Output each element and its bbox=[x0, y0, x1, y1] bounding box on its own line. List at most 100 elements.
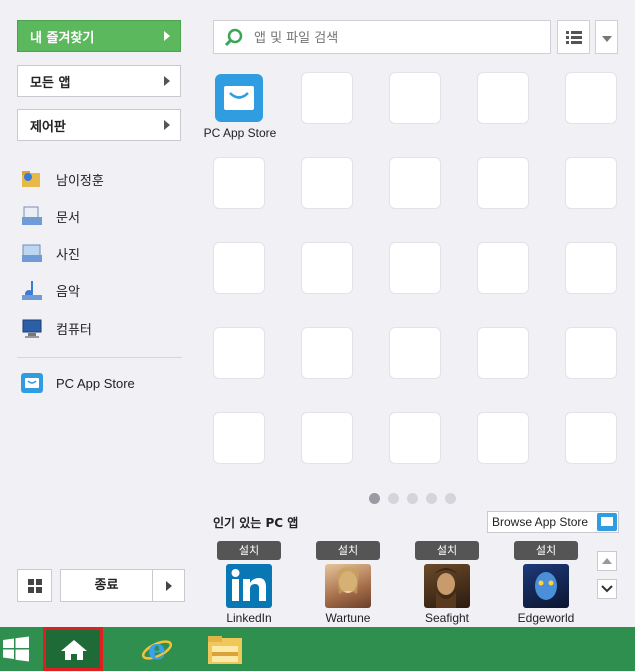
empty-app-tile[interactable] bbox=[301, 242, 353, 294]
empty-app-tile[interactable] bbox=[477, 242, 529, 294]
grid-icon bbox=[28, 579, 42, 593]
empty-app-tile[interactable] bbox=[389, 157, 441, 209]
install-button[interactable]: 설치 bbox=[217, 541, 281, 560]
home-icon bbox=[61, 640, 87, 660]
chevron-down-icon bbox=[601, 585, 613, 593]
app-name: Wartune bbox=[325, 611, 371, 625]
browse-app-store-button[interactable]: Browse App Store bbox=[487, 511, 619, 533]
empty-app-tile[interactable] bbox=[565, 242, 617, 294]
empty-app-tile[interactable] bbox=[389, 327, 441, 379]
place-label: 남이정훈 bbox=[56, 173, 104, 189]
chevron-up-icon bbox=[602, 558, 612, 564]
empty-app-tile[interactable] bbox=[477, 412, 529, 464]
chevron-right-icon bbox=[166, 581, 172, 591]
empty-app-tile[interactable] bbox=[213, 327, 265, 379]
empty-app-tile[interactable] bbox=[565, 157, 617, 209]
install-button[interactable]: 설치 bbox=[514, 541, 578, 560]
empty-app-tile[interactable] bbox=[301, 72, 353, 124]
wartune-icon[interactable] bbox=[325, 564, 371, 608]
all-apps-button[interactable]: 모든 앱 bbox=[17, 65, 181, 97]
grid-view-button[interactable] bbox=[17, 569, 52, 602]
page-dot[interactable] bbox=[445, 493, 456, 504]
divider bbox=[17, 357, 182, 358]
music-icon bbox=[20, 279, 44, 301]
empty-app-tile[interactable] bbox=[389, 412, 441, 464]
windows-start-icon[interactable] bbox=[3, 636, 29, 662]
empty-app-tile[interactable] bbox=[301, 412, 353, 464]
control-panel-button[interactable]: 제어판 bbox=[17, 109, 181, 141]
install-button[interactable]: 설치 bbox=[316, 541, 380, 560]
place-music[interactable]: 음악 bbox=[20, 278, 80, 302]
home-button[interactable] bbox=[43, 627, 103, 671]
search-box bbox=[213, 20, 551, 54]
pictures-icon bbox=[20, 242, 44, 264]
list-icon bbox=[566, 31, 582, 44]
empty-app-tile[interactable] bbox=[213, 242, 265, 294]
search-icon bbox=[224, 28, 243, 47]
computer-icon bbox=[20, 317, 44, 339]
empty-app-tile[interactable] bbox=[213, 412, 265, 464]
taskbar: e bbox=[0, 627, 635, 671]
popular-app: 설치 LinkedIn bbox=[214, 541, 284, 625]
pc-app-store-icon bbox=[215, 74, 263, 122]
place-documents[interactable]: 문서 bbox=[20, 204, 80, 228]
chevron-down-icon bbox=[602, 36, 612, 42]
place-user-folder[interactable]: 남이정훈 bbox=[20, 167, 104, 191]
place-label: 컴퓨터 bbox=[56, 322, 92, 338]
exit-button[interactable]: 종료 bbox=[60, 569, 153, 602]
chevron-right-icon bbox=[164, 120, 170, 130]
pinned-pc-app-store[interactable]: PC App Store bbox=[20, 371, 135, 395]
internet-explorer-icon[interactable]: e bbox=[140, 632, 176, 666]
seafight-icon[interactable] bbox=[424, 564, 470, 608]
place-pictures[interactable]: 사진 bbox=[20, 241, 80, 265]
svg-text:e: e bbox=[148, 633, 166, 666]
empty-app-tile[interactable] bbox=[477, 72, 529, 124]
empty-app-tile[interactable] bbox=[477, 157, 529, 209]
empty-app-tile[interactable] bbox=[565, 412, 617, 464]
page-dot[interactable] bbox=[369, 493, 380, 504]
place-label: 사진 bbox=[56, 247, 80, 263]
edgeworld-icon[interactable] bbox=[523, 564, 569, 608]
install-button[interactable]: 설치 bbox=[415, 541, 479, 560]
control-panel-label: 제어판 bbox=[30, 119, 66, 135]
popular-app: 설치 Edgeworld bbox=[511, 541, 581, 625]
list-view-button[interactable] bbox=[557, 20, 590, 54]
empty-app-tile[interactable] bbox=[389, 242, 441, 294]
page-dot[interactable] bbox=[407, 493, 418, 504]
place-computer[interactable]: 컴퓨터 bbox=[20, 316, 92, 340]
pinned-label: PC App Store bbox=[56, 375, 135, 391]
scroll-down-button[interactable] bbox=[597, 579, 617, 599]
linkedin-icon[interactable] bbox=[226, 564, 272, 608]
app-name: Edgeworld bbox=[517, 611, 575, 625]
favorites-button[interactable]: 내 즐겨찾기 bbox=[17, 20, 181, 52]
empty-app-tile[interactable] bbox=[389, 72, 441, 124]
empty-app-tile[interactable] bbox=[477, 327, 529, 379]
exit-options-button[interactable] bbox=[152, 569, 185, 602]
popular-title: 인기 있는 PC 앱 bbox=[213, 516, 299, 530]
search-input[interactable] bbox=[252, 27, 546, 49]
empty-app-tile[interactable] bbox=[213, 157, 265, 209]
scroll-up-button[interactable] bbox=[597, 551, 617, 571]
page-dot[interactable] bbox=[426, 493, 437, 504]
popular-app: 설치 Seafight bbox=[412, 541, 482, 625]
page-dot[interactable] bbox=[388, 493, 399, 504]
app-tile-pc-app-store[interactable] bbox=[213, 72, 265, 124]
all-apps-label: 모든 앱 bbox=[30, 75, 71, 91]
place-label: 음악 bbox=[56, 284, 80, 300]
favorites-label: 내 즐겨찾기 bbox=[30, 30, 95, 46]
popular-app: 설치 Wartune bbox=[313, 541, 383, 625]
place-label: 문서 bbox=[56, 210, 80, 226]
exit-label: 종료 bbox=[94, 578, 119, 593]
chevron-right-icon bbox=[164, 76, 170, 86]
empty-app-tile[interactable] bbox=[565, 72, 617, 124]
empty-app-tile[interactable] bbox=[301, 327, 353, 379]
browse-label: Browse App Store bbox=[492, 515, 589, 529]
pc-app-store-icon bbox=[20, 372, 44, 394]
file-explorer-icon[interactable] bbox=[206, 634, 244, 666]
app-name: Seafight bbox=[424, 611, 470, 625]
empty-app-tile[interactable] bbox=[565, 327, 617, 379]
empty-app-tile[interactable] bbox=[301, 157, 353, 209]
documents-icon bbox=[20, 205, 44, 227]
app-name: LinkedIn bbox=[226, 611, 272, 625]
view-dropdown-button[interactable] bbox=[595, 20, 618, 54]
